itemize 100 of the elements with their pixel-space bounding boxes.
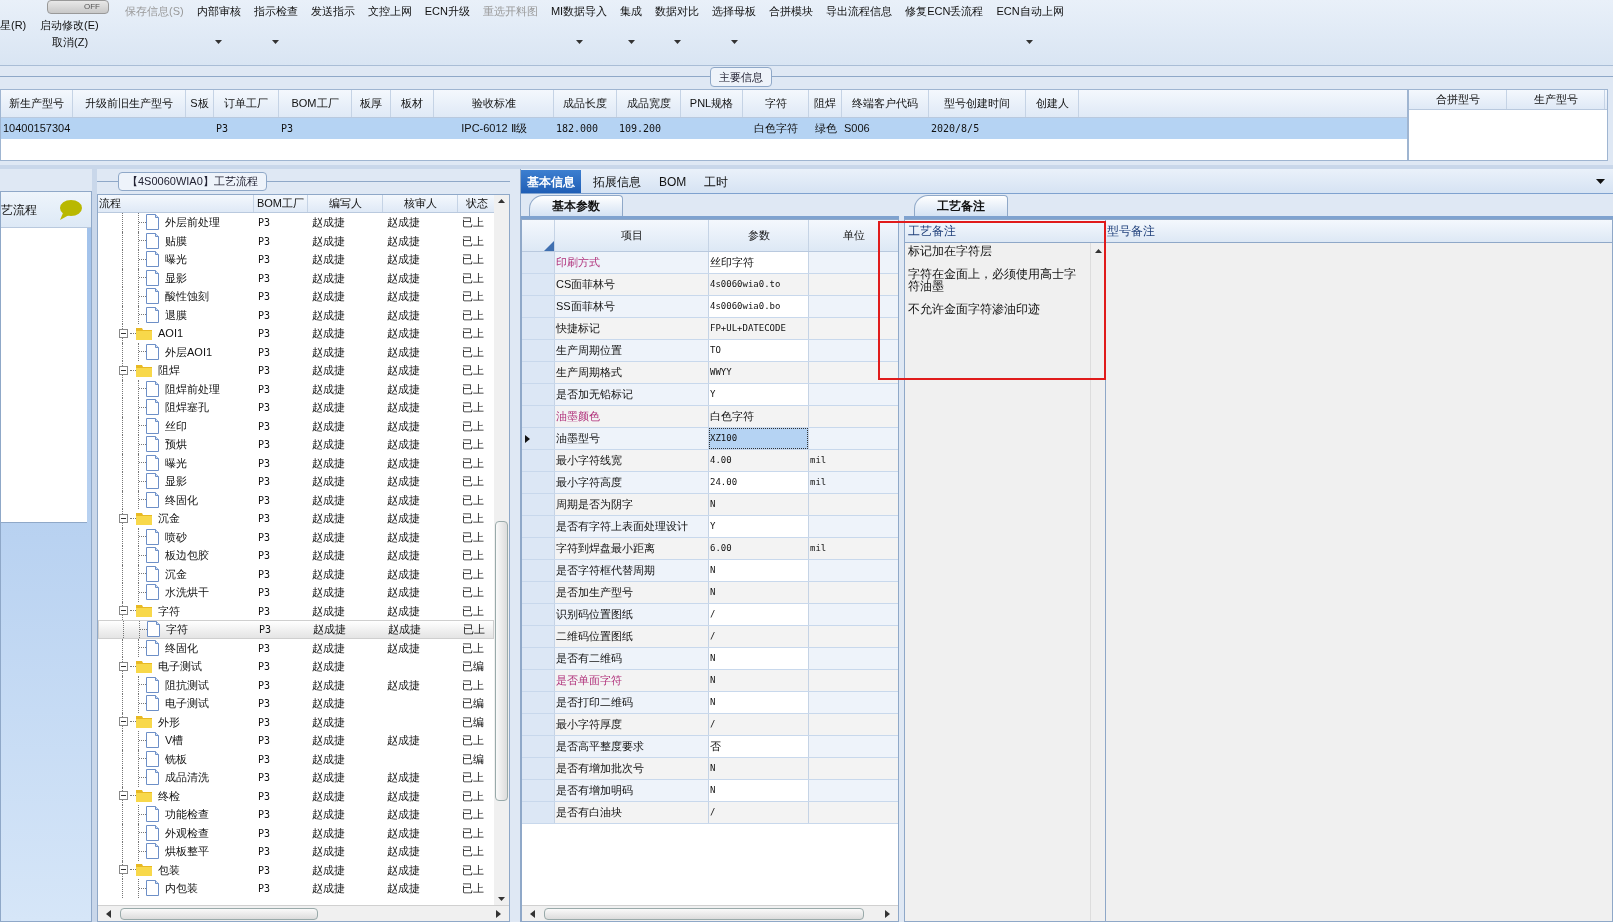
param-value[interactable]: / bbox=[709, 802, 808, 823]
table-row[interactable]: 生产周期位置 TO bbox=[522, 340, 898, 362]
toolbar-button[interactable]: 数据对比 bbox=[655, 3, 700, 65]
tree-label[interactable]: 成品清洗 bbox=[165, 769, 209, 786]
table-row[interactable]: 印刷方式 丝印字符 bbox=[522, 252, 898, 274]
toolbar-button[interactable]: 发送指示 bbox=[310, 3, 355, 65]
tree-row[interactable]: 曝光 P3 赵成捷 赵成捷 已上 bbox=[98, 250, 494, 269]
column-header[interactable]: 成品长度 bbox=[554, 90, 617, 117]
column-header[interactable]: 创建人 bbox=[1026, 90, 1079, 117]
tab[interactable]: 基本信息 bbox=[521, 170, 581, 193]
collapse-icon[interactable] bbox=[119, 865, 128, 875]
column-header[interactable]: 成品宽度 bbox=[617, 90, 681, 117]
tree-row[interactable]: 烘板整平 P3 赵成捷 赵成捷 已上 bbox=[98, 842, 494, 861]
toolbar-button[interactable]: 文控上网 bbox=[367, 3, 412, 65]
vertical-scrollbar[interactable] bbox=[1090, 243, 1105, 921]
tree-label[interactable]: 预烘 bbox=[165, 436, 187, 453]
table-row[interactable]: 生产周期格式 WWYY bbox=[522, 362, 898, 384]
toolbar-button[interactable]: 指示检查 bbox=[253, 3, 298, 65]
tree-row[interactable]: 喷砂 P3 赵成捷 赵成捷 已上 bbox=[98, 527, 494, 546]
collapse-icon[interactable] bbox=[119, 717, 128, 727]
param-value[interactable]: N bbox=[709, 780, 808, 801]
param-value[interactable]: 丝印字符 bbox=[709, 252, 808, 273]
tree-label[interactable]: 退膜 bbox=[165, 306, 187, 323]
tree-row[interactable]: 阻焊 P3 赵成捷 赵成捷 已上 bbox=[98, 361, 494, 380]
tree-label[interactable]: 喷砂 bbox=[165, 528, 187, 545]
param-value[interactable]: WWYY bbox=[709, 362, 808, 383]
tree-label[interactable]: 字符 bbox=[158, 602, 180, 619]
column-header[interactable]: 项目 bbox=[555, 220, 709, 251]
column-header[interactable]: 合拼型号 bbox=[1409, 90, 1507, 109]
tree-label[interactable]: V槽 bbox=[165, 732, 184, 749]
scroll-thumb[interactable] bbox=[495, 521, 508, 801]
column-header[interactable]: 板材 bbox=[391, 90, 434, 117]
column-header[interactable]: 升级前旧生产型号 bbox=[73, 90, 186, 117]
tree-label[interactable]: 铣板 bbox=[165, 750, 187, 767]
tree-row[interactable]: 外观检查 P3 赵成捷 赵成捷 已上 bbox=[98, 823, 494, 842]
column-header[interactable]: 终端客户代码 bbox=[842, 90, 929, 117]
tree-row[interactable]: 阻抗测试 P3 赵成捷 赵成捷 已上 bbox=[98, 675, 494, 694]
tree-label[interactable]: 阻焊 bbox=[158, 362, 180, 379]
table-row[interactable]: 识别码位置图纸 / bbox=[522, 604, 898, 626]
collapse-icon[interactable] bbox=[119, 328, 128, 338]
tree-label[interactable]: 阻焊前处理 bbox=[165, 380, 220, 397]
toolbar-button[interactable]: 导出流程信息 bbox=[826, 3, 893, 65]
param-value[interactable]: / bbox=[709, 714, 808, 735]
table-row[interactable]: 二维码位置图纸 / bbox=[522, 626, 898, 648]
tree-label[interactable]: 字符 bbox=[166, 621, 188, 638]
param-value[interactable]: Y bbox=[709, 516, 808, 537]
table-row[interactable]: 是否有字符上表面处理设计 Y bbox=[522, 516, 898, 538]
collapse-icon[interactable] bbox=[119, 606, 128, 616]
tree-label[interactable]: 电子测试 bbox=[165, 695, 209, 712]
tree-label[interactable]: 丝印 bbox=[165, 417, 187, 434]
tree-row[interactable]: 酸性蚀刻 P3 赵成捷 赵成捷 已上 bbox=[98, 287, 494, 306]
table-row[interactable]: 10400157304 P3 P3 IPC-6012 Ⅱ级 182.000 109.200 白色字符 绿色 S006 2020/8/5 bbox=[1, 118, 1407, 139]
table-row[interactable]: 是否字符框代替周期 N bbox=[522, 560, 898, 582]
toolbar-button[interactable]: 集成 bbox=[620, 3, 643, 65]
table-row[interactable]: 是否加生产型号 N bbox=[522, 582, 898, 604]
toolbar-button[interactable]: 修复ECN丢流程 bbox=[905, 3, 984, 65]
param-value[interactable]: 白色字符 bbox=[709, 406, 808, 427]
column-header[interactable]: 新生产型号 bbox=[1, 90, 73, 117]
toolbar-button[interactable]: 内部审核 bbox=[196, 3, 241, 65]
tree-label[interactable]: 包装 bbox=[158, 861, 180, 878]
tree-row[interactable]: 内包装 P3 赵成捷 赵成捷 已上 bbox=[98, 879, 494, 898]
tree-row[interactable]: 字符 P3 赵成捷 赵成捷 已上 bbox=[98, 620, 494, 639]
tree-row[interactable]: 终固化 P3 赵成捷 赵成捷 已上 bbox=[98, 490, 494, 509]
table-row[interactable]: 是否打印二维码 N bbox=[522, 692, 898, 714]
tree-label[interactable]: 阻抗测试 bbox=[165, 676, 209, 693]
tree-row[interactable]: 板边包胶 P3 赵成捷 赵成捷 已上 bbox=[98, 546, 494, 565]
tree-row[interactable]: 终检 P3 赵成捷 赵成捷 已上 bbox=[98, 786, 494, 805]
tree-label[interactable]: 沉金 bbox=[158, 510, 180, 527]
tree-label[interactable]: 曝光 bbox=[165, 251, 187, 268]
param-value[interactable]: N bbox=[709, 692, 808, 713]
tree-row[interactable]: 沉金 P3 赵成捷 赵成捷 已上 bbox=[98, 564, 494, 583]
tree-row[interactable]: 终固化 P3 赵成捷 赵成捷 已上 bbox=[98, 638, 494, 657]
table-row[interactable]: 油墨型号 XZ100 bbox=[522, 428, 898, 450]
tree-label[interactable]: 外层AOI1 bbox=[165, 343, 213, 360]
tree-row[interactable]: 显影 P3 赵成捷 赵成捷 已上 bbox=[98, 268, 494, 287]
column-header[interactable]: 核审人 bbox=[383, 195, 458, 212]
tree-row[interactable]: 功能检查 P3 赵成捷 赵成捷 已上 bbox=[98, 805, 494, 824]
param-value[interactable]: FP+UL+DATECODE bbox=[709, 318, 808, 339]
param-value[interactable]: N bbox=[709, 670, 808, 691]
toolbar-button[interactable]: MI数据导入 bbox=[550, 3, 608, 65]
tree-label[interactable]: 内包装 bbox=[165, 880, 198, 897]
tree-label[interactable]: 电子测试 bbox=[158, 658, 202, 675]
tree-row[interactable]: 外形 P3 赵成捷 已编 bbox=[98, 712, 494, 731]
dropdown-arrow-icon[interactable] bbox=[1596, 178, 1605, 184]
table-row[interactable]: 周期是否为阴字 N bbox=[522, 494, 898, 516]
table-row[interactable]: 是否有增加批次号 N bbox=[522, 758, 898, 780]
tree-row[interactable]: 包装 P3 赵成捷 赵成捷 已上 bbox=[98, 860, 494, 879]
panel-tab[interactable]: 基本参数 bbox=[529, 195, 623, 216]
tree-label[interactable]: 显影 bbox=[165, 473, 187, 490]
param-value[interactable]: N bbox=[709, 494, 808, 515]
horizontal-scrollbar[interactable] bbox=[98, 905, 509, 921]
param-value[interactable]: / bbox=[709, 604, 808, 625]
tree-label[interactable]: 外观检查 bbox=[165, 824, 209, 841]
table-row[interactable]: 快捷标记 FP+UL+DATECODE bbox=[522, 318, 898, 340]
column-header[interactable]: PNL规格 bbox=[681, 90, 743, 117]
table-row[interactable]: 最小字符高度 24.00 mil bbox=[522, 472, 898, 494]
tree-label[interactable]: AOI1 bbox=[158, 325, 184, 342]
column-header[interactable]: 订单工厂 bbox=[214, 90, 279, 117]
tree-label[interactable]: 外形 bbox=[158, 713, 180, 730]
column-header[interactable]: 型号备注 bbox=[1106, 220, 1612, 243]
